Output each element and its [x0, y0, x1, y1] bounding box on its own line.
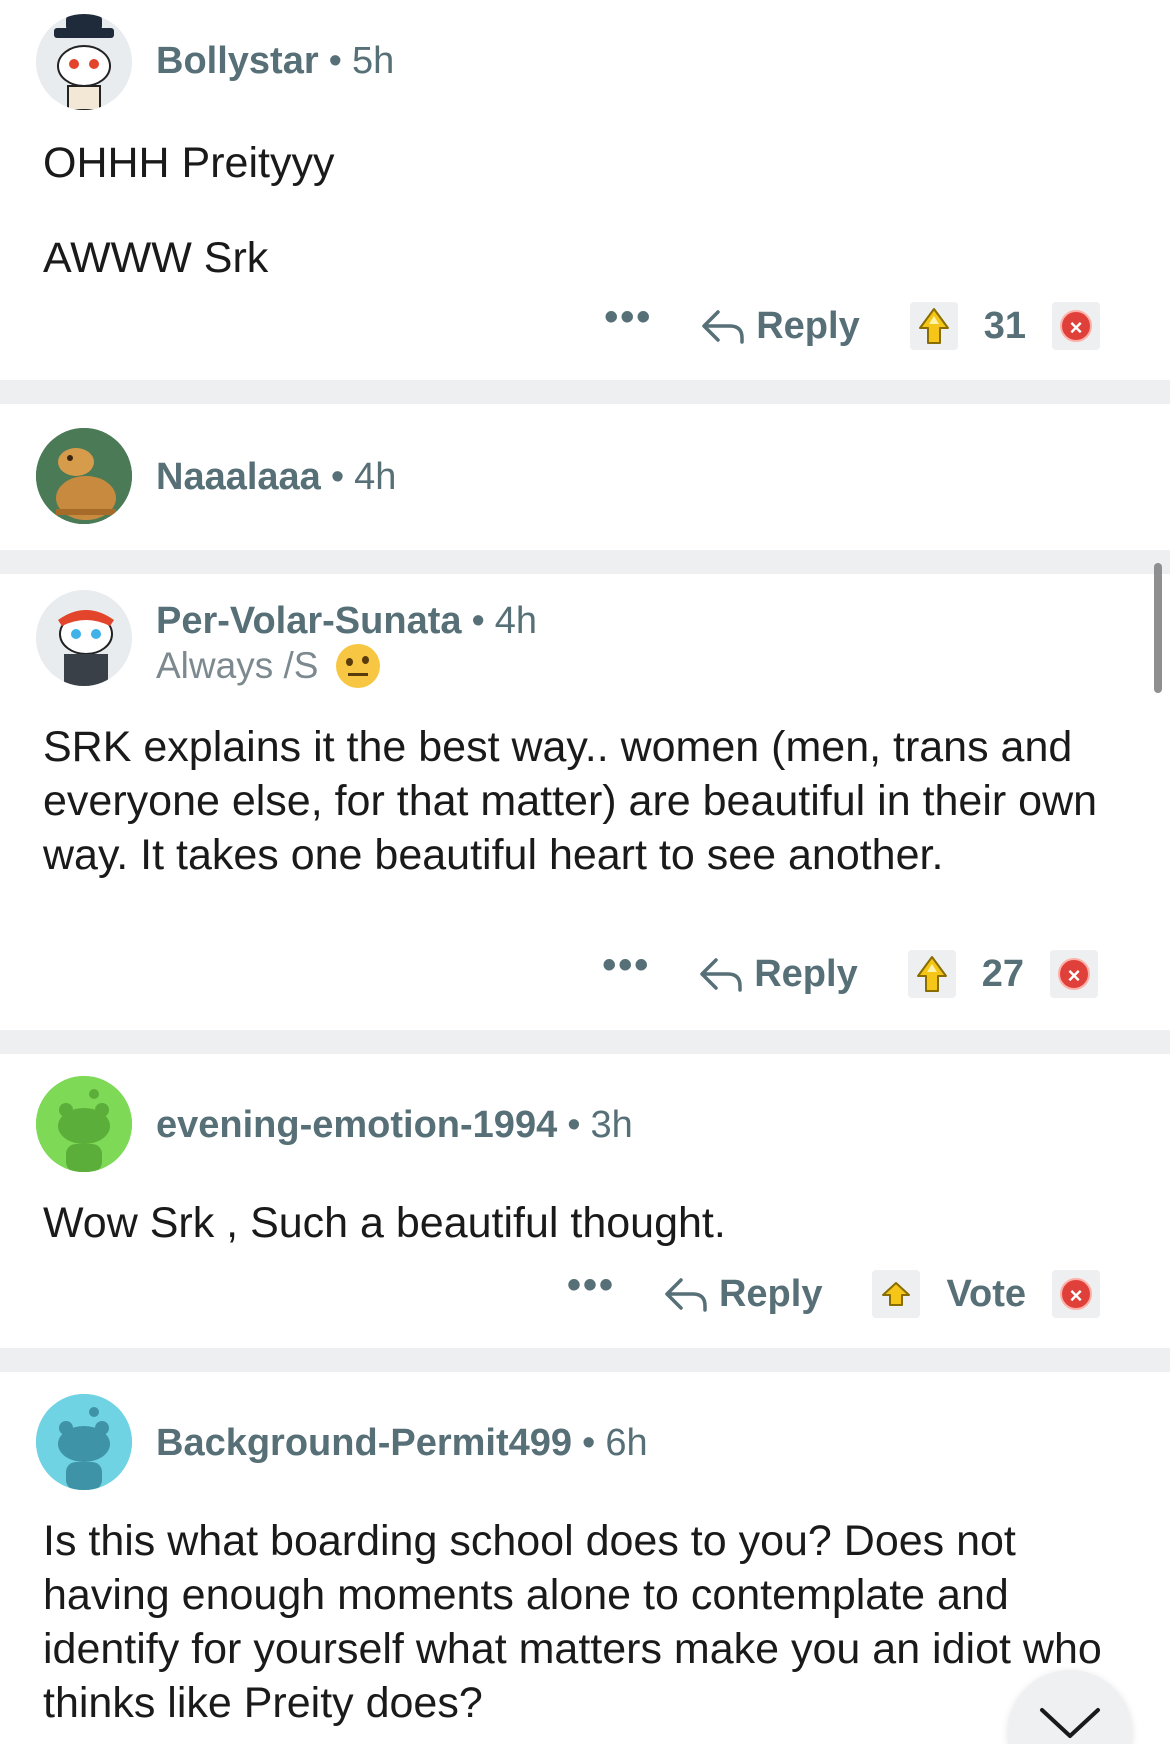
vote-count: 27 [981, 952, 1024, 995]
reply-arrow-icon [702, 310, 744, 344]
comment-meta: evening-emotion-1994 • 3h [156, 1104, 633, 1147]
comment-age: 6h [605, 1422, 648, 1464]
comment-age: 3h [590, 1104, 633, 1146]
flair-text: Always /S [156, 645, 319, 686]
comment-actions: ••• Reply Vote × [567, 1265, 1100, 1320]
username[interactable]: Bollystar [156, 40, 319, 82]
reply-label: Reply [718, 1272, 823, 1315]
downvote-button[interactable]: × [1052, 1270, 1100, 1318]
avatar[interactable] [36, 1076, 132, 1172]
snoo-avatar-icon [58, 610, 114, 686]
comment-body: SRK explains it the best way.. women (me… [43, 720, 1133, 882]
comment-separator [0, 550, 1170, 574]
comment-meta: Naaalaaa • 4h [156, 456, 396, 499]
comment-actions: ••• Reply 27 × [602, 945, 1098, 1000]
comment-separator [0, 1030, 1170, 1054]
chevron-down-icon [1040, 1708, 1100, 1738]
comment-separator [0, 1348, 1170, 1372]
comment-body: Wow Srk , Such a beautiful thought. [43, 1196, 1133, 1250]
username[interactable]: Naaalaaa [156, 456, 321, 498]
reply-label: Reply [756, 304, 860, 347]
avatar[interactable] [36, 428, 132, 524]
reply-button[interactable]: Reply [663, 1273, 822, 1316]
meta-separator: • [582, 1422, 596, 1464]
avatar[interactable] [36, 1394, 132, 1490]
avatar[interactable] [36, 590, 132, 686]
more-options-button[interactable]: ••• [604, 297, 652, 340]
comment-age: 4h [354, 456, 397, 498]
comment-meta: Background-Permit499 • 6h [156, 1422, 648, 1465]
reply-button[interactable]: Reply [700, 304, 860, 348]
username[interactable]: Background-Permit499 [156, 1422, 572, 1464]
downvote-button[interactable]: × [1052, 302, 1100, 350]
comment-separator [0, 380, 1170, 404]
comment-body: OHHH Preityyy AWWW Srk [43, 136, 1133, 285]
comment-background-permit499: Background-Permit499 • 6h Is this what boa… [0, 1372, 1170, 1744]
meta-separator: • [328, 40, 342, 82]
comment-meta: Bollystar • 5h [156, 40, 394, 83]
more-options-button[interactable]: ••• [567, 1265, 615, 1308]
downvote-button[interactable]: × [1050, 950, 1098, 998]
comment-paragraph: AWWW Srk [43, 234, 269, 282]
default-snoo-avatar-icon [36, 1076, 132, 1172]
red-x-downvote-icon: × [1058, 958, 1090, 990]
meta-separator: • [567, 1104, 581, 1146]
meta-separator: • [330, 456, 345, 498]
snoo-avatar-icon [54, 14, 114, 110]
scrollbar[interactable] [1154, 563, 1162, 693]
upvote-button[interactable] [909, 302, 958, 350]
avatar[interactable] [36, 14, 132, 110]
comment-meta: Per-Volar-Sunata • 4h [156, 600, 537, 643]
reply-arrow-icon [665, 1278, 707, 1312]
meta-separator: • [471, 600, 485, 642]
reply-label: Reply [754, 952, 858, 995]
reply-button[interactable]: Reply [698, 952, 858, 996]
username[interactable]: Per-Volar-Sunata [156, 600, 461, 642]
vote-label: Vote [946, 1272, 1026, 1315]
comment-evening-emotion-1994: evening-emotion-1994 • 3h Wow Srk , Such a… [0, 1054, 1170, 1348]
comment-bollystar: Bollystar • 5h OHHH Preityyy AWWW Srk ••• … [0, 0, 1170, 380]
comment-naaalaaa: Naaalaaa • 4h [0, 404, 1170, 550]
more-options-button[interactable]: ••• [602, 945, 650, 988]
comment-paragraph: SRK explains it the best way.. women (me… [43, 723, 1098, 879]
comment-age: 4h [494, 600, 538, 642]
comment-paragraph: OHHH Preityyy [43, 139, 335, 187]
vote-count: 31 [983, 304, 1026, 347]
gold-upvote-icon [916, 956, 947, 992]
gold-upvote-icon [882, 1282, 911, 1306]
comment-paragraph: Is this what boarding school does to you… [43, 1517, 1102, 1727]
upvote-button[interactable] [907, 950, 956, 998]
upvote-button[interactable] [872, 1270, 921, 1318]
comment-paragraph: Wow Srk , Such a beautiful thought. [43, 1199, 726, 1247]
comment-actions: ••• Reply 31 × [604, 297, 1100, 352]
red-x-downvote-icon: × [1060, 310, 1092, 342]
user-flair: Always /S [156, 644, 381, 688]
comment-per-volar-sunata: Per-Volar-Sunata • 4h Always /S SRK explai… [0, 574, 1170, 1030]
comment-age: 5h [351, 40, 395, 82]
username[interactable]: evening-emotion-1994 [156, 1104, 557, 1146]
reply-arrow-icon [700, 958, 742, 992]
red-x-downvote-icon: × [1060, 1278, 1092, 1310]
lion-cub-avatar-icon [36, 428, 132, 524]
comment-body: Is this what boarding school does to you… [43, 1514, 1133, 1730]
gold-upvote-icon [918, 308, 949, 344]
raised-eyebrow-emoji-icon [336, 644, 381, 688]
default-snoo-avatar-icon [36, 1394, 132, 1490]
